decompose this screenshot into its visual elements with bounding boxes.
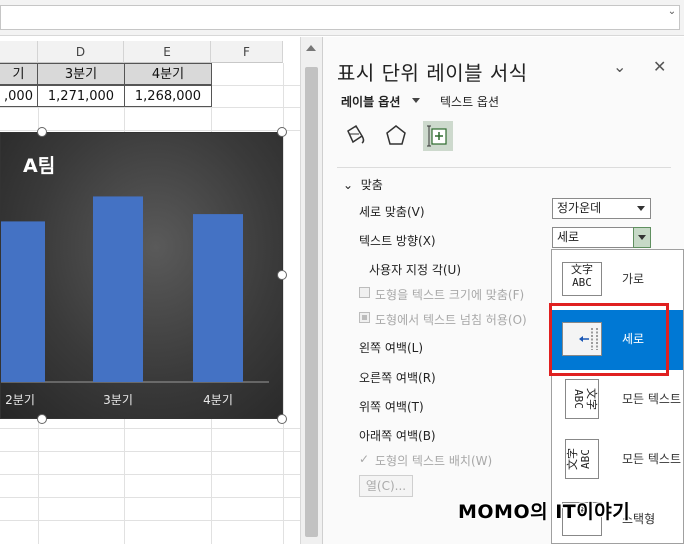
left-margin-label: 왼쪽 여백(L) (359, 341, 424, 355)
close-icon[interactable]: ✕ (653, 57, 666, 76)
vertical-align-dropdown[interactable]: 정가운데 (552, 198, 651, 219)
chart-bar[interactable] (93, 196, 143, 382)
table-value-cell[interactable]: 1,268,000 (124, 85, 212, 107)
table-header-cell[interactable]: 기 (0, 63, 38, 85)
column-header-f[interactable]: F (211, 41, 283, 63)
expand-formula-bar-chevron-icon[interactable]: ⌄ (664, 3, 680, 21)
text-direction-label: 텍스트 방향(X) (359, 234, 436, 248)
formula-input[interactable] (0, 5, 680, 30)
option-rotate-all-90[interactable]: 文字 ABC 모든 텍스트 (552, 430, 683, 490)
top-margin-label: 위쪽 여백(T) (359, 400, 424, 414)
tab-label-options[interactable]: 레이블 옵션 (341, 93, 400, 110)
column-header-d[interactable]: D (38, 41, 124, 63)
overflow-checkbox[interactable] (359, 312, 370, 323)
x-tick-label[interactable]: 4분기 (203, 393, 233, 407)
x-tick-label[interactable]: 3분기 (103, 393, 133, 407)
column-header-c[interactable] (0, 41, 38, 63)
chevron-down-icon[interactable]: ⌄ (613, 57, 626, 76)
horizontal-text-icon: 文字 ABC (562, 262, 602, 296)
chart-plot: 2분기 3분기 4분기 (1, 196, 269, 407)
rotated-text-icon: 文字 ABC (565, 439, 599, 479)
text-direction-dropdown[interactable]: 세로 (552, 227, 651, 248)
caret-down-icon[interactable] (412, 98, 420, 103)
right-margin-label: 오른쪽 여백(R) (359, 371, 436, 385)
watermark: MOMO의 IT이야기 (458, 501, 631, 523)
table-header-cell[interactable]: 3분기 (37, 63, 125, 85)
resize-handle[interactable] (37, 414, 47, 424)
chart-bar[interactable] (193, 214, 243, 382)
fill-line-icon[interactable] (339, 121, 369, 151)
table-value-cell[interactable]: 1,271,000 (37, 85, 125, 107)
divider (337, 167, 671, 168)
resize-handle[interactable] (37, 127, 47, 137)
bottom-margin-label: 아래쪽 여백(B) (359, 429, 436, 443)
chevron-down-icon (637, 206, 645, 211)
scroll-up-arrow-icon[interactable] (306, 45, 316, 51)
rotated-text-icon: 文字 ABC (565, 379, 599, 419)
resize-shape-checkbox[interactable] (359, 287, 370, 298)
resize-handle[interactable] (277, 127, 287, 137)
chevron-down-icon: ⌄ (343, 178, 354, 192)
resize-shape-label: 도형을 텍스트 크기에 맞춤(F) (375, 288, 525, 302)
x-tick-label[interactable]: 2분기 (5, 393, 35, 407)
size-properties-icon[interactable] (423, 121, 453, 151)
resize-handle[interactable] (277, 414, 287, 424)
custom-angle-label: 사용자 지정 각(U) (369, 263, 462, 277)
tab-text-options[interactable]: 텍스트 옵션 (440, 93, 499, 110)
effects-pentagon-icon[interactable] (381, 121, 411, 151)
columns-button[interactable]: 열(C)... (359, 475, 413, 497)
wrap-text-label: 도형의 텍스트 배치(W) (375, 454, 493, 468)
formula-bar: ⌄ (0, 0, 684, 36)
highlight-box (549, 303, 669, 376)
chart-bar[interactable] (1, 221, 45, 382)
pane-title: 표시 단위 레이블 서식 (337, 61, 528, 85)
section-alignment[interactable]: ⌄ 맞춤 (343, 176, 383, 193)
scroll-thumb[interactable] (305, 67, 318, 537)
table-value-cell[interactable]: ,000 (0, 85, 38, 107)
resize-handle[interactable] (277, 270, 287, 280)
table-header-cell[interactable]: 4분기 (124, 63, 212, 85)
dropdown-arrow-icon[interactable] (633, 227, 651, 248)
option-horizontal[interactable]: 文字 ABC 가로 (552, 250, 683, 310)
vertical-align-label: 세로 맞춤(V) (359, 205, 425, 219)
bar-chart[interactable]: A팀 2분기 3분기 4분기 (0, 132, 283, 419)
option-rotate-all-270[interactable]: 文字 ABC 모든 텍스트 (552, 370, 683, 430)
column-header-e[interactable]: E (124, 41, 211, 63)
overflow-label: 도형에서 텍스트 넘침 허용(O) (375, 313, 527, 327)
vertical-scrollbar[interactable] (300, 37, 322, 544)
wrap-text-checkbox[interactable]: ✓ (359, 452, 369, 466)
